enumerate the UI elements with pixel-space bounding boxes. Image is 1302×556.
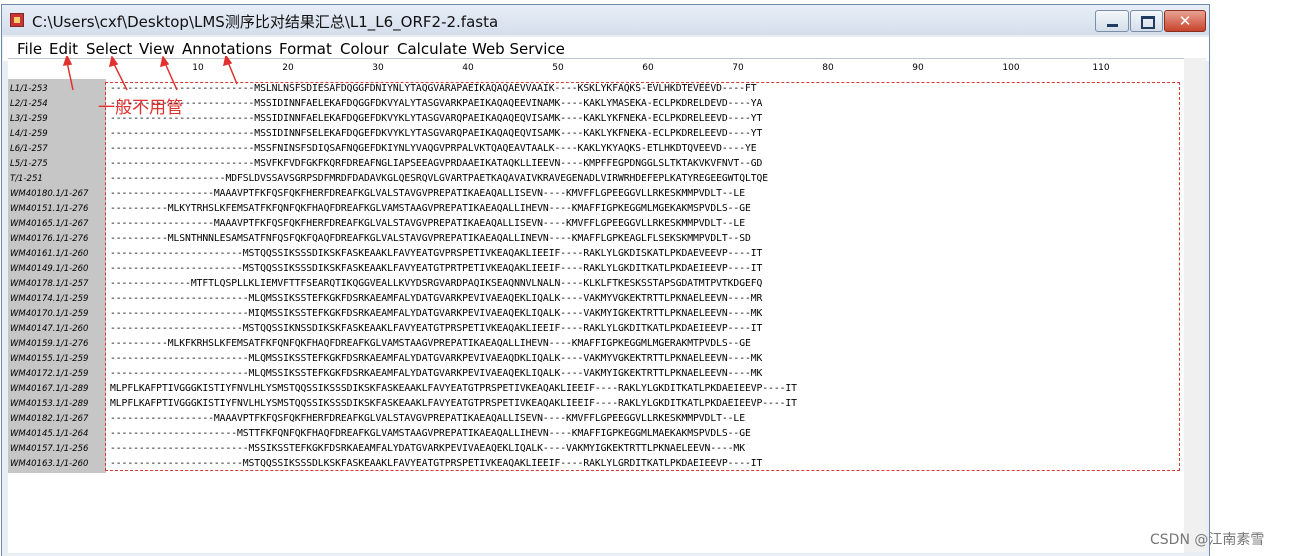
sequence-name[interactable]: WM40178.1/1-257: [10, 279, 88, 289]
sequence-row[interactable]: -------------------------MSVFKFVDFGKFKQR…: [110, 158, 762, 169]
sequence-name[interactable]: WM40180.1/1-267: [10, 189, 88, 199]
sequence-row[interactable]: --------------MTFTLQSPLLKLIEMVFTTFSEARQT…: [110, 278, 762, 289]
sequence-row[interactable]: --------------------MDFSLDVSSAVSGRPSDFMR…: [110, 173, 768, 184]
sequence-row[interactable]: -----------------------MSTQQSSIKSSSDLKSK…: [110, 458, 762, 469]
position-ruler[interactable]: 10 20 30 40 50 60 70 80 90 100 110: [106, 59, 1184, 79]
sequence-name[interactable]: WM40145.1/1-264: [10, 429, 88, 439]
sequence-row[interactable]: ----------MLKYTRHSLKFEMSATFKFQNFQKFHAQFD…: [110, 203, 751, 214]
ruler-label: 60: [642, 63, 654, 73]
sequence-name[interactable]: WM40157.1/1-256: [10, 444, 88, 454]
vertical-scrollbar[interactable]: [1184, 58, 1206, 552]
sequence-name[interactable]: L3/1-259: [10, 114, 48, 124]
sequence-row[interactable]: -----------------------MSTQQSSIKNSSDIKSK…: [110, 323, 762, 334]
arrow-annotations: [227, 61, 238, 85]
app-icon[interactable]: [10, 13, 24, 27]
arrow-view: [164, 62, 178, 91]
sequence-name[interactable]: L6/1-257: [10, 144, 48, 154]
sequence-name[interactable]: WM40165.1/1-267: [10, 219, 88, 229]
ruler-label: 110: [1092, 63, 1110, 73]
sequence-row[interactable]: MLPFLKAFPTIVGGGKISTIYFNVLHLYSMSTQQSSIKSS…: [110, 383, 797, 394]
sequence-row[interactable]: ------------------------MLQMSSIKSSTEFKGK…: [110, 368, 762, 379]
ruler-label: 40: [462, 63, 474, 73]
sequence-name[interactable]: WM40176.1/1-276: [10, 234, 88, 244]
ruler-label: 100: [1002, 63, 1020, 73]
menu-web-service[interactable]: Web Service: [472, 40, 565, 58]
ruler-label: 70: [732, 63, 744, 73]
sequence-name[interactable]: WM40149.1/1-260: [10, 264, 88, 274]
sequence-name[interactable]: WM40161.1/1-260: [10, 249, 88, 259]
sequence-name[interactable]: WM40151.1/1-276: [10, 204, 88, 214]
menu-calculate[interactable]: Calculate: [397, 40, 467, 58]
sequence-name[interactable]: WM40170.1/1-259: [10, 309, 88, 319]
sequence-name[interactable]: WM40153.1/1-289: [10, 399, 88, 409]
sequence-name[interactable]: WM40155.1/1-259: [10, 354, 88, 364]
ruler-label: 50: [552, 63, 564, 73]
arrow-select: [112, 61, 128, 91]
sequence-row[interactable]: -------------------------MSSFNINSFSDIQSA…: [110, 143, 757, 154]
watermark: CSDN @江南素雪: [1150, 532, 1265, 548]
sequence-name[interactable]: T/1-251: [10, 174, 43, 184]
annotation-note: 一般不用管: [98, 98, 183, 118]
sequence-row[interactable]: -------------------------MSSIDINNFAELEKA…: [110, 113, 762, 124]
menu-file[interactable]: File: [17, 40, 42, 58]
close-button[interactable]: ✕: [1164, 10, 1206, 32]
menu-format[interactable]: Format: [279, 40, 332, 58]
sequence-name[interactable]: WM40147.1/1-260: [10, 324, 88, 334]
ruler-label: 20: [282, 63, 294, 73]
minimize-button[interactable]: [1095, 10, 1129, 32]
ruler-label: 80: [822, 63, 834, 73]
sequence-row[interactable]: ----------MLKFKRHSLKFEMSATFKFQNFQKFHAQFD…: [110, 338, 751, 349]
sequence-row[interactable]: ------------------MAAAVPTFKFQSFQKFHERFDR…: [110, 413, 745, 424]
sequence-name[interactable]: WM40167.1/1-289: [10, 384, 88, 394]
sequence-row[interactable]: ------------------MAAAVPTFKFQSFQKFHERFDR…: [110, 218, 745, 229]
sequence-name[interactable]: WM40159.1/1-276: [10, 339, 88, 349]
sequence-name[interactable]: WM40172.1/1-259: [10, 369, 88, 379]
sequence-row[interactable]: ------------------MAAAVPTFKFQSFQKFHERFDR…: [110, 188, 745, 199]
sequence-name[interactable]: WM40182.1/1-267: [10, 414, 88, 424]
sequence-name[interactable]: L4/1-259: [10, 129, 48, 139]
sequence-row[interactable]: -----------------------MSTQQSSIKSSSDIKSK…: [110, 263, 762, 274]
sequence-name[interactable]: WM40163.1/1-260: [10, 459, 88, 469]
window-title: C:\Users\cxf\Desktop\LMS测序比对结果汇总\L1_L6_O…: [32, 13, 499, 31]
title-bar[interactable]: C:\Users\cxf\Desktop\LMS测序比对结果汇总\L1_L6_O…: [2, 5, 1209, 35]
sequence-name[interactable]: WM40174.1/1-259: [10, 294, 88, 304]
alignment-panel[interactable]: 10 20 30 40 50 60 70 80 90 100 110 L1/1-…: [8, 58, 1184, 553]
ruler-label: 30: [372, 63, 384, 73]
sequence-row[interactable]: ------------------------MSSIKSSTEFKGKFDS…: [110, 443, 745, 454]
sequence-name[interactable]: L2/1-254: [10, 99, 48, 109]
sequence-name[interactable]: L5/1-275: [10, 159, 48, 169]
sequence-row[interactable]: ------------------------MLQMSSIKSSTEFKGK…: [110, 353, 762, 364]
menu-colour[interactable]: Colour: [340, 40, 389, 58]
close-icon: ✕: [1178, 12, 1192, 30]
sequence-row[interactable]: ------------------------MIQMSSIKSSTEFKGK…: [110, 308, 762, 319]
sequence-row[interactable]: -------------------------MSSIDINNFSELEKA…: [110, 128, 762, 139]
sequence-row[interactable]: ----------MLSNTHNNLESAMSATFNFQSFQKFQAQFD…: [110, 233, 751, 244]
sequence-row[interactable]: ------------------------MLQMSSIKSSTEFKGK…: [110, 293, 762, 304]
sequence-row[interactable]: -----------------------MSTQQSSIKSSSDIKSK…: [110, 248, 762, 259]
sequence-row[interactable]: MLPFLKAFPTIVGGGKISTIYFNVLHLYSMSTQQSSIKSS…: [110, 398, 797, 409]
maximize-button[interactable]: [1130, 10, 1163, 32]
arrow-edit: [66, 61, 74, 91]
ruler-label: 90: [912, 63, 924, 73]
sequence-row[interactable]: ----------------------MSTTFKFQNFQKFHAQFD…: [110, 428, 751, 439]
sequence-name[interactable]: L1/1-253: [10, 84, 48, 94]
